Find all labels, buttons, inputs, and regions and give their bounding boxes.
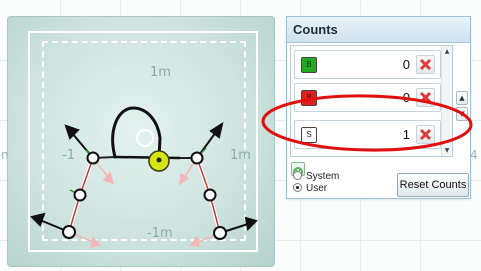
highlight-ellipse [261,94,473,152]
annotation-overlay [261,94,473,152]
